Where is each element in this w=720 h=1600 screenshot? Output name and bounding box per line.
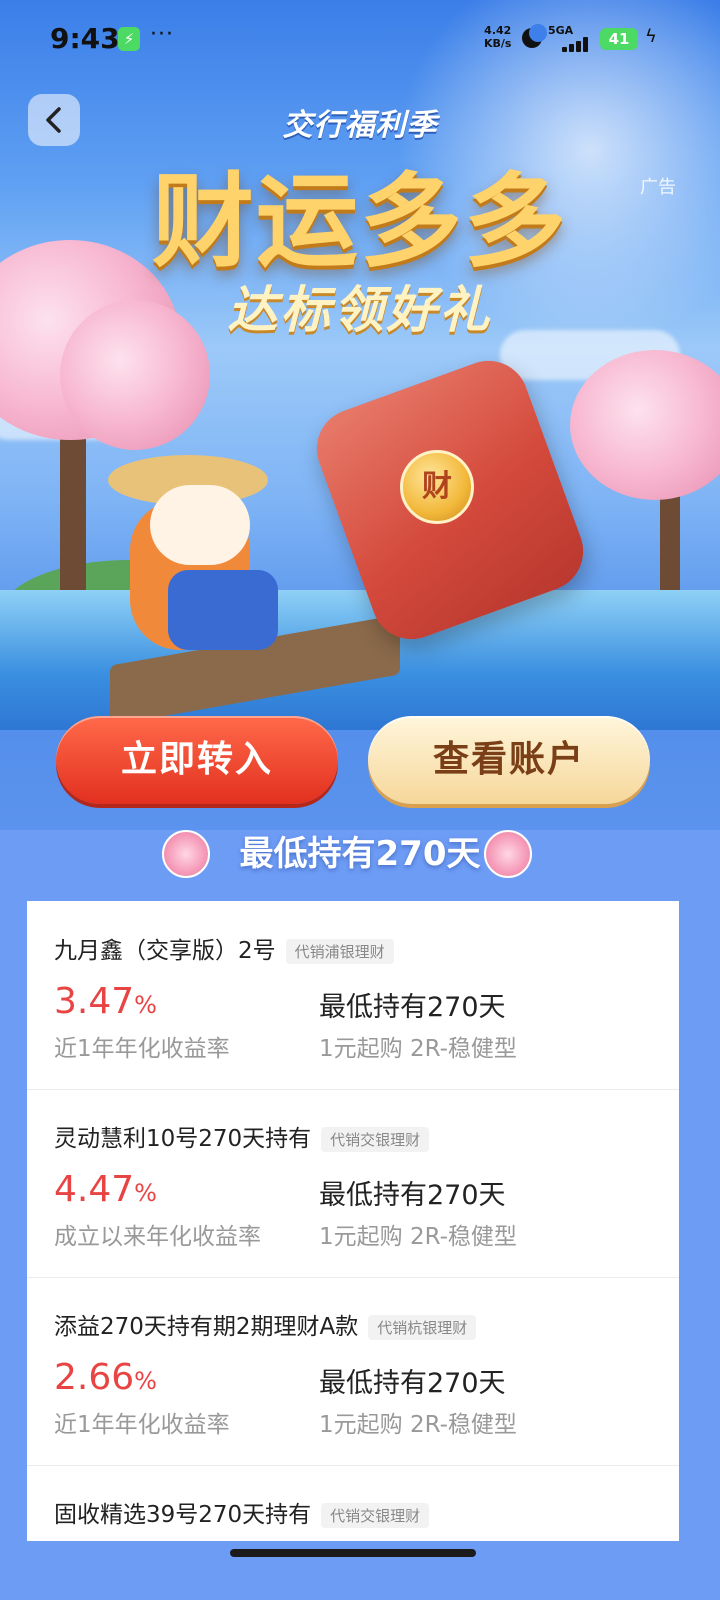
cherry-tree-right	[570, 350, 720, 500]
net-speed-unit: KB/s	[484, 37, 512, 50]
product-name: 灵动慧利10号270天持有	[54, 1126, 312, 1152]
view-account-button[interactable]: 查看账户	[368, 716, 650, 804]
charging-app-icon: ⚡	[118, 27, 140, 51]
banner-headline: 财运多多	[152, 162, 568, 282]
status-time: 9:43	[50, 22, 120, 55]
status-bar: 9:43 ⚡ ··· 4.42 KB/s 5GA 41 ϟ	[0, 0, 720, 80]
product-name: 九月鑫（交享版）2号	[54, 938, 276, 964]
chevron-left-icon	[46, 107, 61, 133]
product-meta: 1元起购 2R-稳健型	[319, 1036, 517, 1062]
mascot-face	[150, 485, 250, 565]
rate-value: 3.47	[54, 981, 135, 1022]
rate-label: 成立以来年化收益率	[54, 1224, 261, 1250]
min-hold: 最低持有270天	[319, 992, 506, 1023]
rate-unit: %	[134, 1179, 157, 1207]
transfer-in-button[interactable]: 立即转入	[56, 716, 338, 804]
net-speed-value: 4.42	[484, 24, 512, 37]
section-title: 最低持有270天	[239, 834, 481, 874]
brand-title: 交行福利季	[282, 108, 438, 143]
product-item[interactable]: 固收精选39号270天持有 代销交银理财	[27, 1465, 679, 1541]
rate-value: 4.47	[54, 1169, 135, 1210]
signal-icon	[552, 36, 592, 52]
ad-label: 广告	[640, 177, 676, 198]
product-meta: 1元起购 2R-稳健型	[319, 1224, 517, 1250]
coin-icon: 财	[400, 450, 474, 524]
more-notifications-icon: ···	[150, 22, 174, 47]
distributor-tag: 代销交银理财	[321, 1503, 430, 1528]
charging-icon: ϟ	[645, 26, 657, 47]
net-speed: 4.42 KB/s	[484, 24, 511, 50]
yield-rate: 2.66%	[54, 1357, 157, 1398]
home-indicator[interactable]	[230, 1549, 476, 1557]
banner-subheadline: 达标领好礼	[227, 280, 493, 339]
rate-label: 近1年年化收益率	[54, 1036, 230, 1062]
rate-label: 近1年年化收益率	[54, 1412, 230, 1438]
back-button[interactable]	[28, 94, 80, 146]
product-meta: 1元起购 2R-稳健型	[319, 1412, 517, 1438]
product-item[interactable]: 灵动慧利10号270天持有 代销交银理财 4.47% 成立以来年化收益率 最低持有…	[27, 1089, 679, 1278]
do-not-disturb-icon	[522, 24, 547, 48]
product-item[interactable]: 添益270天持有期2期理财A款 代销杭银理财 2.66% 近1年年化收益率 最低持…	[27, 1277, 679, 1466]
product-name: 添益270天持有期2期理财A款	[54, 1314, 359, 1340]
rate-value: 2.66	[54, 1357, 135, 1398]
battery-indicator: 41	[600, 28, 638, 50]
product-name: 固收精选39号270天持有	[54, 1502, 312, 1528]
min-hold: 最低持有270天	[319, 1368, 506, 1399]
min-hold: 最低持有270天	[319, 1180, 506, 1211]
product-item[interactable]: 九月鑫（交享版）2号 代销浦银理财 3.47% 近1年年化收益率 最低持有270天…	[27, 901, 679, 1090]
mascot-overall	[168, 570, 278, 650]
yield-rate: 4.47%	[54, 1169, 157, 1210]
rate-unit: %	[134, 991, 157, 1019]
hero-banner[interactable]: 财 交行福利季 财运多多 达标领好礼 广告	[0, 0, 720, 830]
yield-rate: 3.47%	[54, 981, 157, 1022]
distributor-tag: 代销杭银理财	[368, 1315, 477, 1340]
distributor-tag: 代销浦银理财	[285, 939, 394, 964]
rate-unit: %	[134, 1367, 157, 1395]
product-list: 九月鑫（交享版）2号 代销浦银理财 3.47% 近1年年化收益率 最低持有270天…	[27, 901, 679, 1541]
distributor-tag: 代销交银理财	[321, 1127, 430, 1152]
